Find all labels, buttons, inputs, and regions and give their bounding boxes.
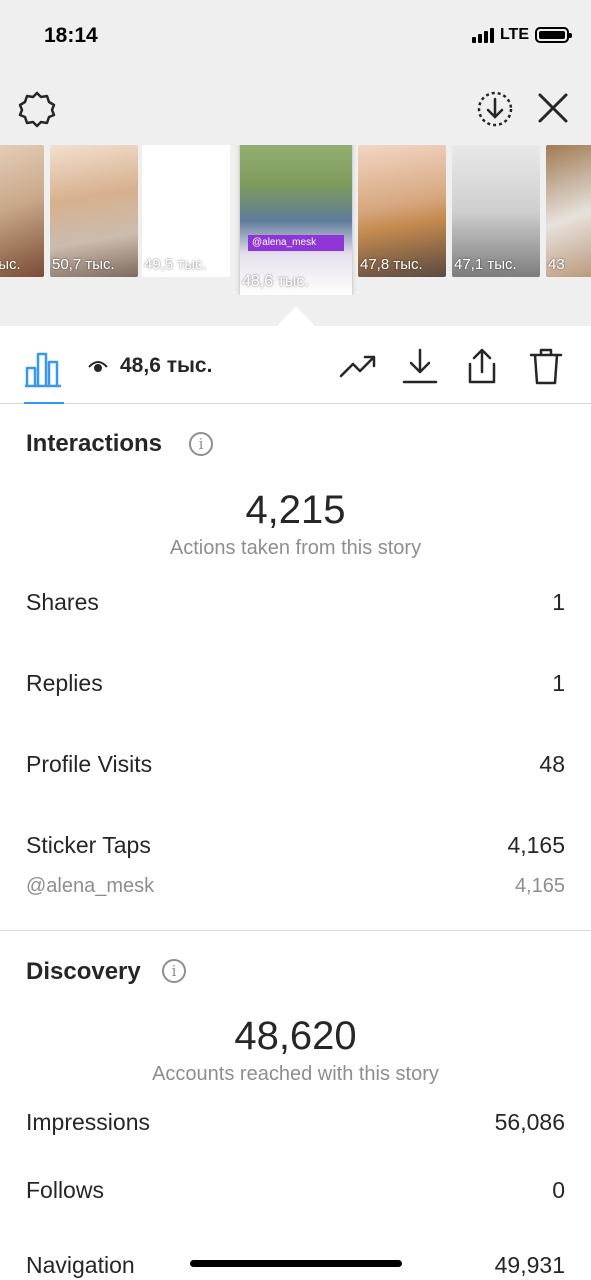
download-circle-icon[interactable] — [476, 90, 514, 128]
info-icon[interactable]: i — [189, 432, 213, 456]
interactions-subtitle: Actions taken from this story — [169, 537, 422, 559]
interactions-title: Interactions — [26, 430, 163, 457]
story-thumbnail-selected[interactable]: @alena_mesk 48,6 тыс. — [240, 145, 352, 295]
views-count: 48,6 тыс. — [120, 354, 213, 377]
story-header: 48,8 тыс. 50,7 тыс. 49,5 тыс. @alena_mes… — [0, 70, 591, 326]
eye-icon — [88, 361, 108, 372]
stat-label: @alena_mesk — [26, 875, 155, 897]
discovery-title: Discovery — [26, 958, 141, 985]
bar-chart-icon[interactable] — [24, 348, 62, 388]
stat-row-profile-visits: Profile Visits 48 — [26, 751, 565, 778]
story-thumbnail[interactable]: 47,8 тыс. — [358, 145, 446, 277]
story-thumbnail[interactable]: 48,8 тыс. — [0, 145, 44, 277]
stat-label: Shares — [26, 589, 99, 615]
stat-row-sticker-taps: Sticker Taps 4,165 — [26, 832, 565, 859]
story-thumbnail[interactable]: 43 — [546, 145, 591, 277]
stat-row-shares: Shares 1 — [26, 589, 565, 616]
stat-value: 4,165 — [507, 832, 565, 858]
close-icon[interactable] — [535, 90, 571, 126]
home-indicator[interactable] — [190, 1260, 402, 1267]
battery-icon — [535, 27, 572, 43]
stat-row-replies: Replies 1 — [26, 670, 565, 697]
section-divider — [0, 930, 591, 931]
stat-label: Impressions — [26, 1109, 150, 1135]
status-time: 18:14 — [44, 24, 98, 47]
stat-value: 49,931 — [494, 1252, 565, 1278]
download-icon[interactable] — [400, 346, 440, 386]
stat-value: 48 — [539, 751, 565, 777]
stat-label: Profile Visits — [26, 751, 153, 777]
share-icon[interactable] — [462, 346, 502, 386]
story-thumbnail[interactable]: 49,5 тыс. — [142, 145, 230, 277]
story-thumbnail[interactable]: 47,1 тыс. — [452, 145, 540, 277]
discovery-subtitle: Accounts reached with this story — [152, 1063, 439, 1085]
stat-label: Replies — [26, 670, 103, 696]
discovery-total: 48,620 — [234, 1014, 357, 1058]
stat-row-impressions: Impressions 56,086 — [26, 1109, 565, 1136]
stat-value: 56,086 — [494, 1109, 565, 1135]
stat-label: Sticker Taps — [26, 832, 151, 858]
story-views: 48,8 тыс. — [0, 256, 21, 273]
network-label: LTE — [499, 26, 529, 43]
stat-label: Navigation — [26, 1252, 135, 1278]
signal-icon — [471, 27, 494, 43]
story-mention-tag: @alena_mesk — [248, 235, 344, 251]
story-views: 43 — [548, 256, 565, 273]
status-bar: 18:14 LTE — [0, 0, 591, 70]
info-icon[interactable]: i — [162, 959, 186, 983]
stat-value: 1 — [552, 589, 565, 615]
stat-label: Follows — [26, 1177, 104, 1203]
status-indicators: LTE — [471, 26, 572, 44]
trash-icon[interactable] — [526, 346, 566, 386]
stat-value: 4,165 — [514, 875, 565, 897]
interactions-total: 4,215 — [245, 488, 346, 532]
active-tab-indicator — [24, 402, 64, 404]
insights-toolbar: 48,6 тыс. — [0, 326, 591, 404]
story-views: 47,1 тыс. — [454, 256, 517, 273]
story-views: 47,8 тыс. — [360, 256, 423, 273]
story-views: 50,7 тыс. — [52, 256, 115, 273]
stat-row-sticker-mention: @alena_mesk 4,165 — [26, 875, 565, 898]
story-views: 49,5 тыс. — [144, 256, 207, 273]
story-thumbnail[interactable]: 50,7 тыс. — [50, 145, 138, 277]
stat-row-follows: Follows 0 — [26, 1177, 565, 1204]
story-views: 48,6 тыс. — [242, 273, 309, 290]
gear-icon[interactable] — [18, 90, 56, 128]
stat-value: 1 — [552, 670, 565, 696]
trending-icon[interactable] — [338, 346, 378, 386]
story-thumbnails: 48,8 тыс. 50,7 тыс. 49,5 тыс. @alena_mes… — [0, 145, 591, 295]
stat-value: 0 — [552, 1177, 565, 1203]
